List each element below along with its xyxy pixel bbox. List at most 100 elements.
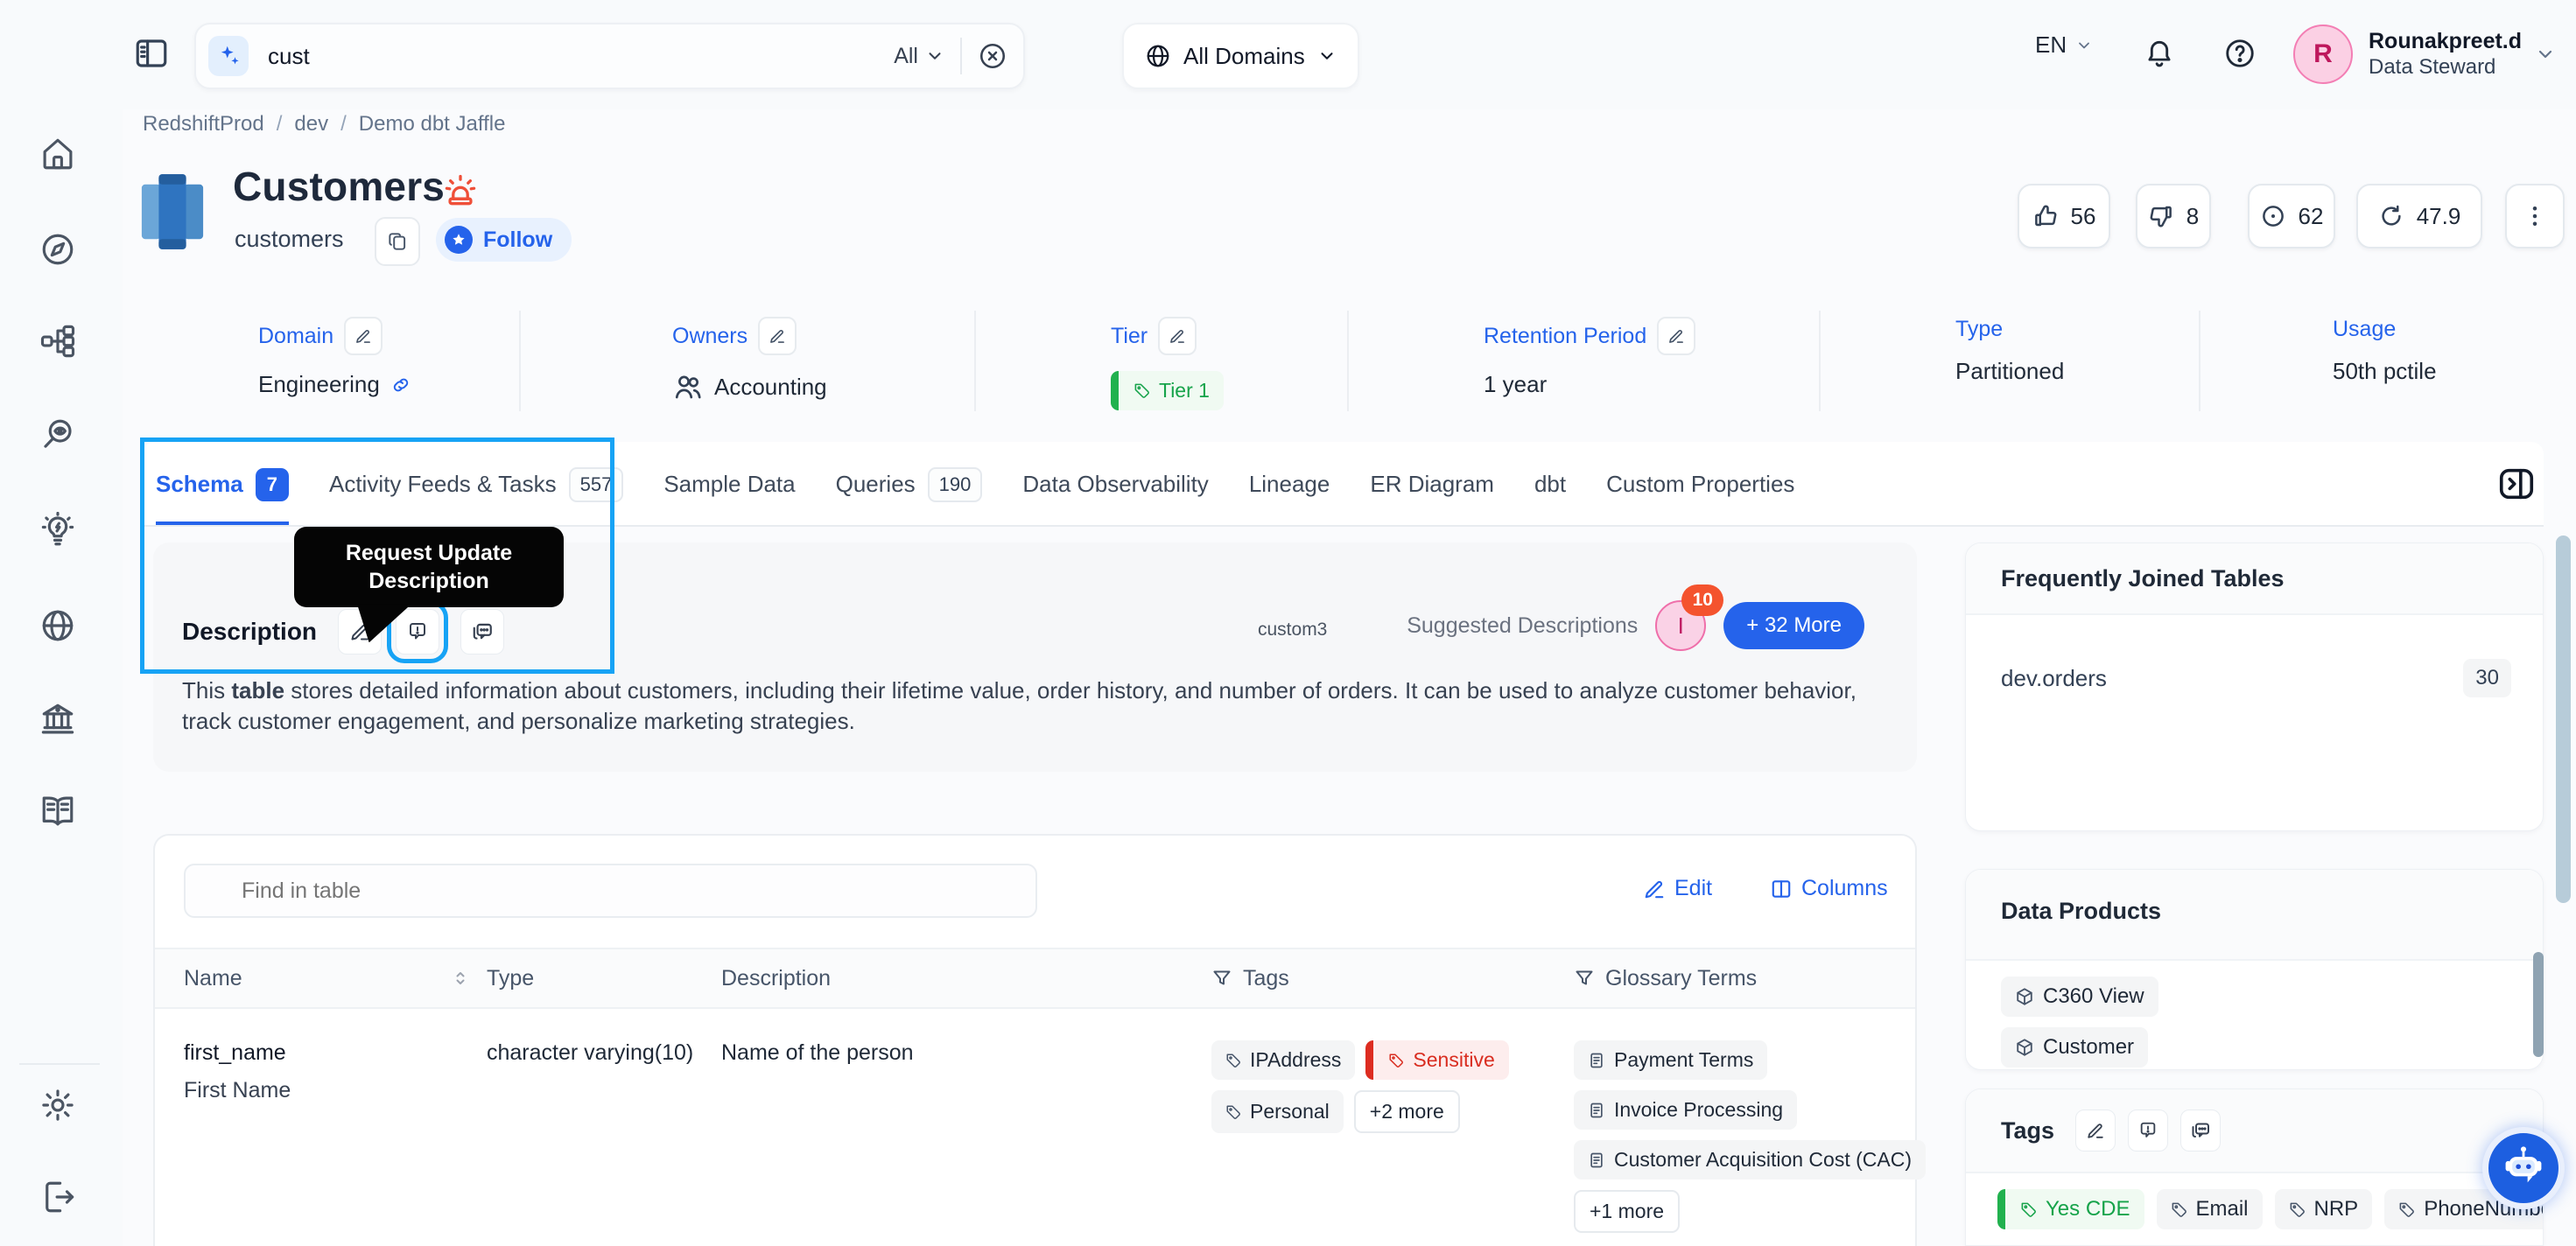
edit-owners-pencil-icon[interactable]	[758, 317, 797, 355]
tab-data-observability[interactable]: Data Observability	[1022, 442, 1208, 527]
column-header-glossary[interactable]: Glossary Terms	[1574, 966, 1915, 991]
home-icon[interactable]	[39, 136, 76, 172]
collapse-panel-icon[interactable]	[2496, 464, 2537, 504]
glossary-term-chip[interactable]: Payment Terms	[1574, 1040, 1768, 1080]
global-search[interactable]: All	[194, 23, 1025, 89]
more-actions-button[interactable]	[2505, 184, 2565, 248]
sparkle-icon[interactable]	[208, 36, 249, 76]
user-chevron-down-icon[interactable]	[2535, 44, 2556, 65]
tab-queries[interactable]: Queries 190	[836, 442, 983, 527]
comments-icon[interactable]	[460, 609, 505, 654]
clear-search-icon[interactable]	[962, 41, 1023, 71]
insights-icon[interactable]	[39, 512, 76, 549]
tab-er-diagram[interactable]: ER Diagram	[1370, 442, 1494, 527]
header-label: Glossary Terms	[1605, 965, 1758, 990]
suggestion-avatar[interactable]: I 10	[1655, 584, 1724, 651]
metadata-owners: Owners Accounting	[672, 317, 827, 402]
user-menu[interactable]: Rounakpreet.d Data Steward	[2369, 28, 2522, 80]
tag-chip[interactable]: Personal	[1211, 1090, 1344, 1133]
tag-chip[interactable]: NRP	[2274, 1189, 2373, 1229]
description-text-end: stores detailed information about custom…	[182, 677, 1857, 734]
tab-sample-data[interactable]: Sample Data	[663, 442, 795, 527]
column-header-tags[interactable]: Tags	[1211, 966, 1574, 991]
sort-icon[interactable]	[450, 968, 471, 989]
edit-retention-pencil-icon[interactable]	[1657, 317, 1696, 355]
sidebar-toggle-icon[interactable]	[133, 35, 170, 72]
column-header-type[interactable]: Type	[487, 966, 721, 991]
chat-assistant-button[interactable]	[2482, 1127, 2565, 1209]
breadcrumb-schema[interactable]: dev	[294, 112, 328, 136]
data-product-chip[interactable]: Customer	[2001, 1027, 2149, 1068]
table-row[interactable]: first_name First Name character varying(…	[155, 1009, 1926, 1233]
filter-funnel-icon[interactable]	[1211, 968, 1232, 989]
tab-lineage[interactable]: Lineage	[1249, 442, 1330, 527]
domain-label: Domain	[258, 323, 334, 348]
search-scope-dropdown[interactable]: All	[878, 44, 960, 69]
freshness-button[interactable]: 47.9	[2356, 184, 2482, 248]
filter-funnel-icon[interactable]	[1574, 968, 1595, 989]
globe-icon[interactable]	[39, 607, 76, 644]
copy-icon[interactable]	[375, 217, 420, 266]
find-in-table-input[interactable]	[184, 864, 1037, 918]
request-update-description-icon[interactable]	[387, 600, 449, 663]
tag-chip[interactable]: IPAddress	[1211, 1040, 1356, 1080]
tab-dbt[interactable]: dbt	[1534, 442, 1566, 527]
columns-button[interactable]: Columns	[1770, 876, 1888, 901]
global-search-input[interactable]	[266, 41, 879, 71]
tag-chip-yes-cde[interactable]: Yes CDE	[1997, 1189, 2144, 1229]
panel-scrollbar[interactable]	[2533, 952, 2544, 1057]
edit-tags-pencil-icon[interactable]	[2075, 1110, 2116, 1152]
comments-icon[interactable]	[2180, 1110, 2222, 1152]
logout-icon[interactable]	[39, 1179, 76, 1215]
health-score-button[interactable]: 62	[2248, 184, 2335, 248]
request-update-tags-icon[interactable]	[2128, 1110, 2169, 1152]
user-avatar[interactable]: R	[2293, 24, 2353, 84]
upvote-button[interactable]: 56	[2018, 184, 2110, 248]
all-domains-button[interactable]: All Domains	[1122, 23, 1359, 89]
glossary-term-icon	[1588, 1152, 1605, 1169]
edit-tier-pencil-icon[interactable]	[1158, 317, 1197, 355]
glossary-term-chip[interactable]: Customer Acquisition Cost (CAC)	[1574, 1140, 1926, 1180]
language-selector[interactable]: EN	[2035, 32, 2093, 59]
data-product-label: Customer	[2043, 1035, 2135, 1059]
glossary-term-label: Payment Terms	[1614, 1048, 1754, 1071]
tab-schema[interactable]: Schema 7	[156, 442, 289, 527]
column-header-description[interactable]: Description	[721, 966, 1211, 991]
card-header: Frequently Joined Tables	[1966, 543, 2543, 615]
breadcrumb-connection[interactable]: RedshiftProd	[143, 112, 264, 136]
breadcrumb-database[interactable]: Demo dbt Jaffle	[359, 112, 506, 136]
tag-chip[interactable]: Email	[2156, 1189, 2263, 1229]
edit-domain-pencil-icon[interactable]	[344, 317, 383, 355]
column-header-name[interactable]: Name	[184, 966, 487, 991]
notifications-bell-icon[interactable]	[2143, 37, 2176, 70]
governance-icon[interactable]	[39, 701, 76, 738]
help-icon[interactable]	[2223, 37, 2257, 70]
follow-label: Follow	[483, 227, 553, 252]
workflow-icon[interactable]	[39, 323, 76, 360]
announcement-siren-icon[interactable]	[441, 172, 480, 210]
tab-activity-feeds[interactable]: Activity Feeds & Tasks 557	[329, 442, 624, 527]
tag-chip-sensitive[interactable]: Sensitive	[1365, 1040, 1509, 1080]
more-glossary-button[interactable]: +1 more	[1574, 1190, 1681, 1233]
card-title: Frequently Joined Tables	[2001, 564, 2285, 592]
link-icon[interactable]	[390, 374, 411, 396]
tab-custom-properties[interactable]: Custom Properties	[1606, 442, 1794, 527]
downvote-button[interactable]: 8	[2136, 184, 2211, 248]
joined-table-row[interactable]: dev.orders 30	[1966, 659, 2543, 697]
page-scrollbar[interactable]	[2556, 536, 2571, 903]
settings-gear-icon[interactable]	[39, 1087, 76, 1124]
glossary-term-chip[interactable]: Invoice Processing	[1574, 1090, 1798, 1130]
owners-value[interactable]: Accounting	[714, 374, 827, 401]
tier-chip[interactable]: Tier 1	[1111, 371, 1224, 410]
more-tags-button[interactable]: +2 more	[1353, 1090, 1460, 1133]
tab-label: dbt	[1534, 471, 1567, 497]
data-product-chip[interactable]: C360 View	[2001, 976, 2158, 1017]
edit-button[interactable]: Edit	[1643, 876, 1712, 901]
observe-icon[interactable]	[39, 416, 76, 453]
compass-icon[interactable]	[39, 231, 76, 268]
more-suggestions-button[interactable]: + 32 More	[1723, 602, 1864, 649]
glossary-icon[interactable]	[39, 793, 76, 830]
domain-value[interactable]: Engineering	[258, 371, 380, 398]
frequently-joined-tables-card: Frequently Joined Tables dev.orders 30	[1965, 542, 2544, 831]
follow-button[interactable]: Follow	[436, 218, 572, 262]
